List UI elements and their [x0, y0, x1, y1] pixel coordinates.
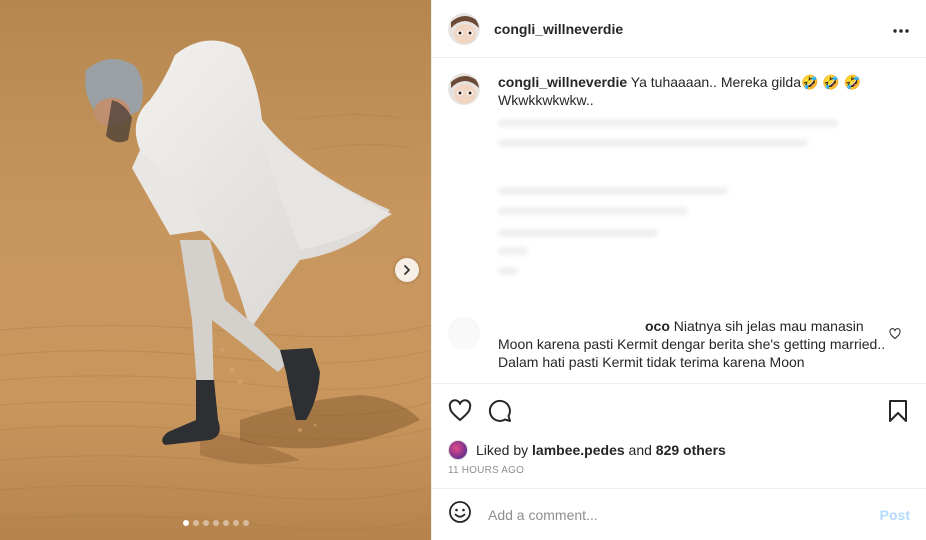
- caption: congli_willneverdie Ya tuhaaaan.. Mereka…: [448, 73, 910, 109]
- likes-summary: Liked by lambee.pedes and 829 others: [448, 440, 726, 460]
- carousel-dot: [232, 520, 239, 526]
- emoji-icon: [449, 501, 471, 523]
- desert-photo: [0, 0, 431, 540]
- avatar-image: [449, 13, 479, 44]
- avatar[interactable]: [448, 73, 480, 105]
- caption-username[interactable]: congli_willneverdie: [498, 74, 627, 90]
- likes-prefix: Liked by: [476, 442, 529, 458]
- avatar[interactable]: [448, 317, 480, 349]
- caption-line-1: Ya tuhaaaan.. Mereka gilda🤣 🤣 🤣: [630, 74, 862, 90]
- comment-text: xxxxxxxxxxxxxxxxxxxxxoco Niatnya sih jel…: [498, 317, 888, 371]
- carousel-dot: [242, 520, 249, 526]
- caption-line-2: Wkwkkwkwkw..: [498, 92, 594, 108]
- comments-list[interactable]: congli_willneverdie Ya tuhaaaan.. Mereka…: [432, 59, 926, 383]
- post-comment-button[interactable]: Post: [880, 507, 910, 523]
- emoji-button[interactable]: [448, 500, 472, 529]
- post-side-panel: congli_willneverdie congli_willneverdie …: [431, 0, 926, 540]
- liker-username[interactable]: lambee.pedes: [532, 442, 625, 458]
- save-button[interactable]: [886, 399, 910, 423]
- carousel-dot: [182, 520, 189, 526]
- avatar-image: [449, 74, 479, 104]
- carousel-dot: [222, 520, 229, 526]
- comment-icon: [488, 399, 511, 422]
- carousel-dot: [192, 520, 199, 526]
- likes-middle: and: [628, 442, 652, 458]
- like-button[interactable]: [448, 398, 472, 423]
- caption-text: congli_willneverdie Ya tuhaaaan.. Mereka…: [498, 73, 888, 109]
- carousel-dot: [202, 520, 209, 526]
- carousel-dot: [212, 520, 219, 526]
- comment-username-fragment[interactable]: oco: [645, 318, 670, 334]
- bookmark-icon: [889, 399, 907, 422]
- post-dialog: congli_willneverdie congli_willneverdie …: [0, 0, 926, 540]
- comment-item: xxxxxxxxxxxxxxxxxxxxxoco Niatnya sih jel…: [448, 317, 911, 371]
- post-author-username[interactable]: congli_willneverdie: [494, 21, 623, 37]
- likes-count[interactable]: 829 others: [656, 442, 726, 458]
- like-comment-button[interactable]: [889, 327, 901, 345]
- comment-button[interactable]: [488, 399, 512, 423]
- chevron-right-icon: [404, 265, 410, 275]
- more-icon: [893, 29, 909, 33]
- liker-avatar[interactable]: [448, 440, 468, 460]
- more-options-button[interactable]: [892, 23, 910, 34]
- comment-username-hidden: xxxxxxxxxxxxxxxxxxxxx: [498, 318, 645, 334]
- post-header: congli_willneverdie: [432, 0, 926, 58]
- heart-icon: [448, 398, 472, 421]
- comment-input[interactable]: [488, 506, 880, 523]
- add-comment-bar: Post: [432, 488, 926, 540]
- avatar[interactable]: [448, 12, 480, 45]
- post-actions: [432, 383, 926, 437]
- next-slide-button[interactable]: [395, 258, 419, 282]
- post-media[interactable]: [0, 0, 431, 540]
- blurred-caption-text: [498, 117, 910, 297]
- carousel-indicator: [0, 520, 431, 526]
- post-timestamp[interactable]: 11 HOURS AGO: [448, 465, 524, 476]
- heart-icon: [889, 328, 901, 340]
